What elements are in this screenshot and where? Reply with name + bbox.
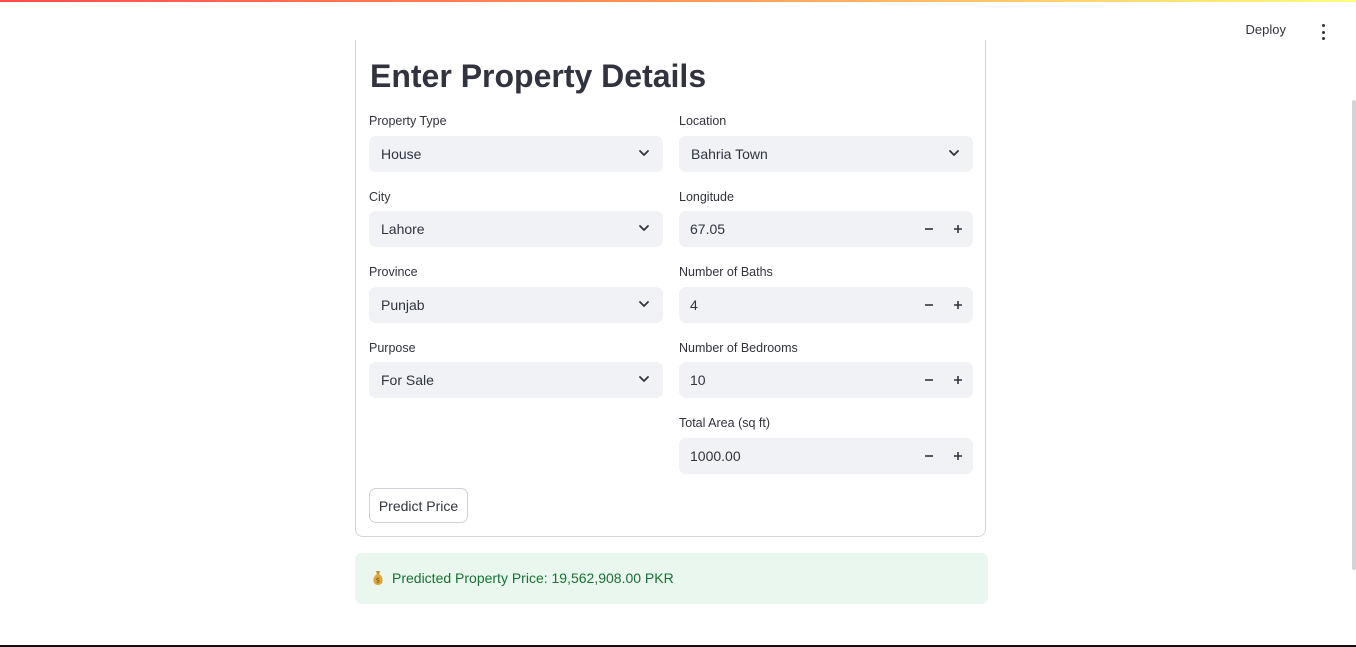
plus-icon[interactable] bbox=[943, 287, 972, 323]
plus-icon[interactable] bbox=[943, 438, 972, 474]
chevron-down-icon bbox=[639, 225, 649, 231]
bedrooms-value[interactable]: 10 bbox=[690, 372, 706, 388]
chevron-down-icon bbox=[639, 376, 649, 382]
city-select[interactable]: Lahore bbox=[369, 211, 663, 247]
longitude-input[interactable]: 67.05 bbox=[679, 211, 973, 247]
baths-label: Number of Baths bbox=[679, 265, 773, 279]
prediction-result: $ Predicted Property Price: 19,562,908.0… bbox=[355, 553, 988, 604]
scrollbar[interactable] bbox=[1352, 100, 1356, 570]
property-type-label: Property Type bbox=[369, 114, 447, 128]
minus-icon[interactable] bbox=[914, 362, 943, 398]
minus-icon[interactable] bbox=[914, 438, 943, 474]
form-title: Enter Property Details bbox=[370, 58, 707, 94]
longitude-value[interactable]: 67.05 bbox=[690, 221, 725, 237]
purpose-label: Purpose bbox=[369, 341, 416, 355]
baths-input[interactable]: 4 bbox=[679, 287, 973, 323]
property-type-value: House bbox=[381, 146, 422, 162]
province-label: Province bbox=[369, 265, 418, 279]
plus-icon[interactable] bbox=[943, 211, 972, 247]
money-bag-icon: $ bbox=[373, 571, 383, 585]
deploy-button[interactable]: Deploy bbox=[1246, 22, 1286, 37]
chevron-down-icon bbox=[949, 150, 959, 156]
city-label: City bbox=[369, 190, 391, 204]
baths-value[interactable]: 4 bbox=[690, 297, 698, 313]
area-input[interactable]: 1000.00 bbox=[679, 438, 973, 474]
plus-icon[interactable] bbox=[943, 362, 972, 398]
predict-price-button[interactable]: Predict Price bbox=[369, 488, 468, 523]
province-select[interactable]: Punjab bbox=[369, 287, 663, 323]
more-vertical-icon[interactable] bbox=[1316, 24, 1330, 40]
chevron-down-icon bbox=[639, 150, 649, 156]
longitude-label: Longitude bbox=[679, 190, 734, 204]
city-value: Lahore bbox=[381, 221, 425, 237]
location-label: Location bbox=[679, 114, 727, 128]
svg-text:$: $ bbox=[376, 577, 380, 585]
location-value: Bahria Town bbox=[691, 146, 768, 162]
purpose-value: For Sale bbox=[381, 372, 434, 388]
minus-icon[interactable] bbox=[914, 287, 943, 323]
property-type-select[interactable]: House bbox=[369, 136, 663, 172]
bedrooms-input[interactable]: 10 bbox=[679, 362, 973, 398]
area-label: Total Area (sq ft) bbox=[679, 416, 771, 430]
chevron-down-icon bbox=[639, 301, 649, 307]
minus-icon[interactable] bbox=[914, 211, 943, 247]
location-select[interactable]: Bahria Town bbox=[679, 136, 973, 172]
bedrooms-label: Number of Bedrooms bbox=[679, 341, 798, 355]
prediction-text: Predicted Property Price: 19,562,908.00 … bbox=[392, 570, 674, 586]
purpose-select[interactable]: For Sale bbox=[369, 362, 663, 398]
province-value: Punjab bbox=[381, 297, 425, 313]
area-value[interactable]: 1000.00 bbox=[690, 448, 741, 464]
